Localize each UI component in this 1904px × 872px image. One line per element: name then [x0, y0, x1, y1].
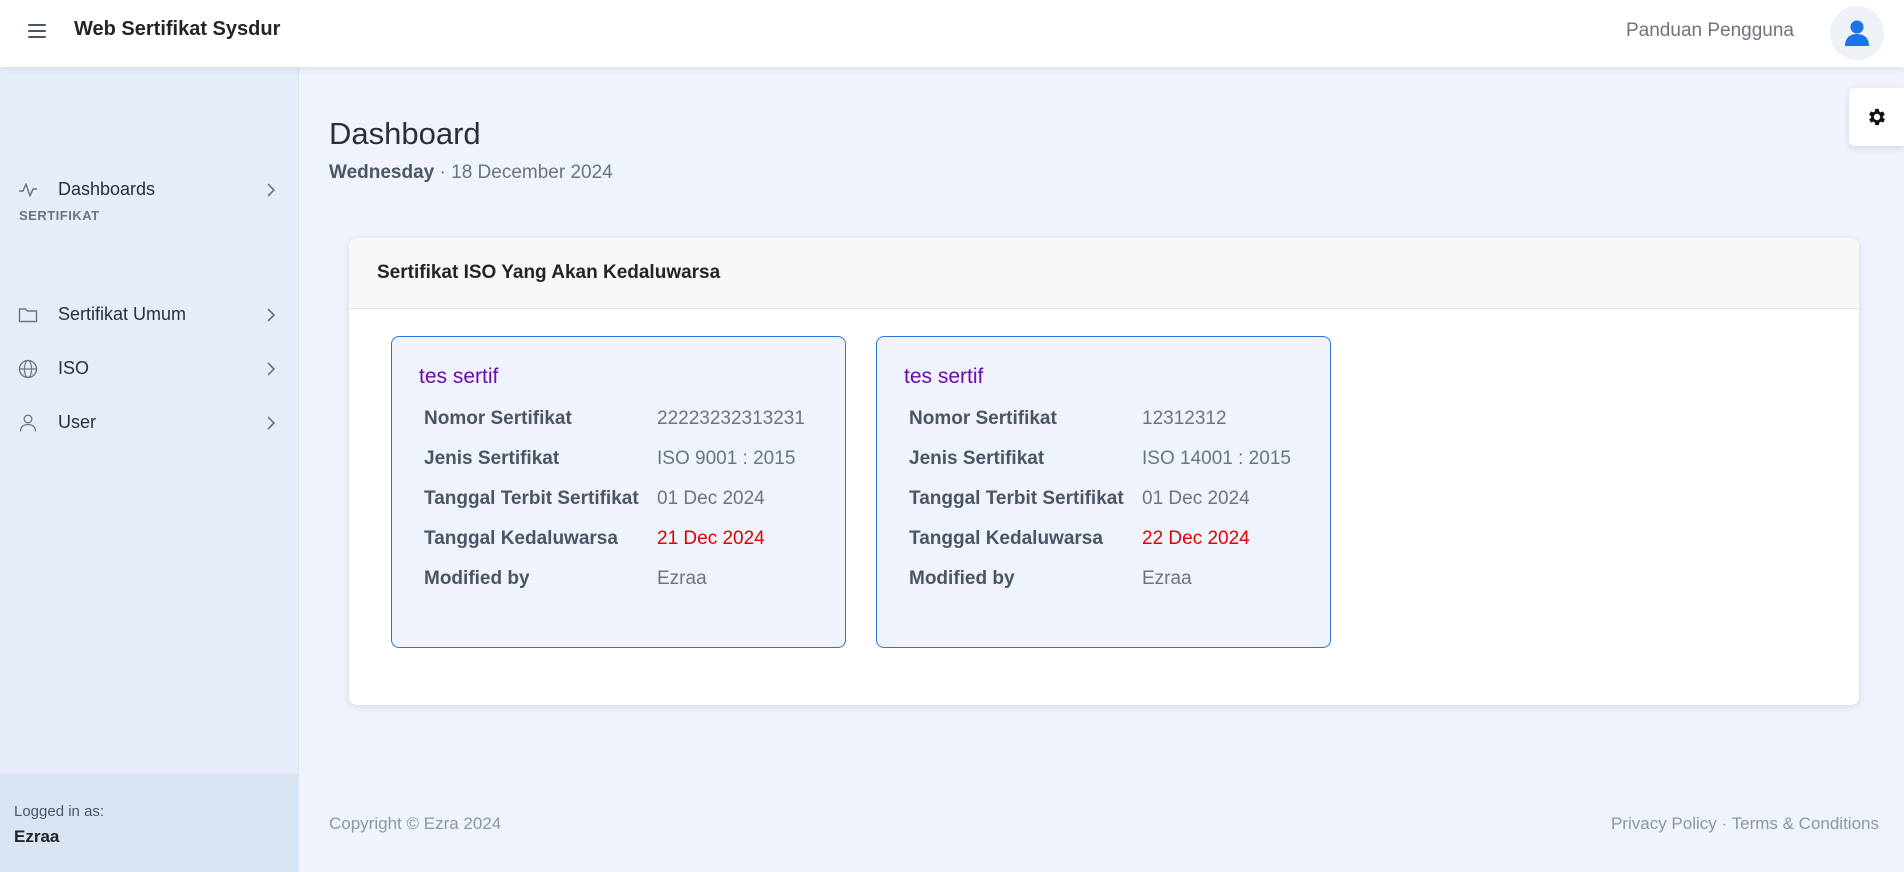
certificate-field-value: 01 Dec 2024: [657, 488, 765, 509]
sidebar-section-heading: SERTIFIKAT: [19, 208, 100, 223]
certificate-field-value: 12312312: [1142, 408, 1227, 429]
terms-conditions-link[interactable]: Terms & Conditions: [1732, 814, 1879, 833]
sidebar: Dashboards SERTIFIKAT Sertifikat Umum IS…: [0, 67, 299, 872]
sidebar-item-dashboards[interactable]: Dashboards: [0, 167, 299, 213]
expiring-certificates-card: Sertifikat ISO Yang Akan Kedaluwarsa tes…: [349, 238, 1859, 705]
user-guide-link[interactable]: Panduan Pengguna: [1626, 20, 1794, 42]
footer-links: Privacy Policy · Terms & Conditions: [1611, 814, 1879, 834]
certificate-field-value: 01 Dec 2024: [1142, 488, 1250, 509]
gear-icon: [1868, 108, 1885, 126]
folder-icon: [18, 308, 38, 323]
privacy-policy-link[interactable]: Privacy Policy: [1611, 814, 1717, 833]
footer-separator: ·: [1721, 814, 1728, 833]
user-avatar-icon[interactable]: [1830, 6, 1884, 60]
certificate-field-label: Tanggal Terbit Sertifikat: [424, 488, 639, 509]
globe-icon: [18, 359, 38, 379]
sidebar-item-sertifikat-umum[interactable]: Sertifikat Umum: [0, 292, 299, 338]
certificate-field-label: Tanggal Kedaluwarsa: [424, 528, 618, 549]
chevron-right-icon: [267, 308, 276, 322]
user-icon: [19, 414, 37, 432]
sidebar-item-label: User: [58, 412, 97, 432]
logged-in-label: Logged in as:: [14, 803, 105, 820]
logged-in-username: Ezraa: [14, 827, 60, 846]
page-title: Dashboard: [329, 116, 481, 151]
certificate-expiry-value: 21 Dec 2024: [657, 528, 765, 549]
sidebar-login-footer: Logged in as: Ezraa: [0, 774, 299, 872]
certificate-item[interactable]: tes sertif Nomor Sertifikat 12312312 Jen…: [876, 336, 1331, 648]
certificate-field-label: Jenis Sertifikat: [424, 448, 560, 469]
certificate-field-label: Tanggal Kedaluwarsa: [909, 528, 1103, 549]
certificate-field-value: 22223232313231: [657, 408, 805, 429]
card-header-title: Sertifikat ISO Yang Akan Kedaluwarsa: [349, 238, 1859, 309]
certificate-field-label: Nomor Sertifikat: [424, 408, 572, 429]
certificate-field-label: Nomor Sertifikat: [909, 408, 1057, 429]
certificate-field-value: Ezraa: [657, 568, 707, 589]
certificate-field-value: ISO 14001 : 2015: [1142, 448, 1291, 469]
settings-toggle-button[interactable]: [1849, 88, 1904, 146]
footer-copyright: Copyright © Ezra 2024: [329, 814, 502, 833]
chevron-right-icon: [267, 362, 276, 376]
certificate-expiry-value: 22 Dec 2024: [1142, 528, 1250, 549]
app-brand[interactable]: Web Sertifikat Sysdur: [74, 18, 280, 41]
sidebar-item-user[interactable]: User: [0, 400, 299, 446]
certificate-field-label: Modified by: [424, 568, 530, 589]
sidebar-item-iso[interactable]: ISO: [0, 346, 299, 392]
certificate-field-value: Ezraa: [1142, 568, 1192, 589]
certificate-field-value: ISO 9001 : 2015: [657, 448, 796, 469]
certificate-title: tes sertif: [419, 365, 499, 388]
activity-icon: [19, 183, 37, 197]
top-navbar: Web Sertifikat Sysdur Panduan Pengguna: [0, 0, 1904, 67]
hamburger-menu-icon[interactable]: [28, 24, 46, 40]
certificate-field-label: Jenis Sertifikat: [909, 448, 1045, 469]
page-date-value: · 18 December 2024: [439, 162, 613, 183]
sidebar-item-label: ISO: [58, 358, 90, 378]
certificate-field-label: Tanggal Terbit Sertifikat: [909, 488, 1124, 509]
certificate-field-label: Modified by: [909, 568, 1015, 589]
page-date-day: Wednesday: [329, 162, 435, 183]
certificate-title: tes sertif: [904, 365, 984, 388]
chevron-right-icon: [267, 183, 276, 197]
sidebar-item-label: Sertifikat Umum: [58, 304, 187, 324]
sidebar-item-label: Dashboards: [58, 179, 156, 199]
page-date: Wednesday · 18 December 2024: [329, 162, 613, 184]
chevron-right-icon: [267, 416, 276, 430]
certificate-item[interactable]: tes sertif Nomor Sertifikat 222232323132…: [391, 336, 846, 648]
